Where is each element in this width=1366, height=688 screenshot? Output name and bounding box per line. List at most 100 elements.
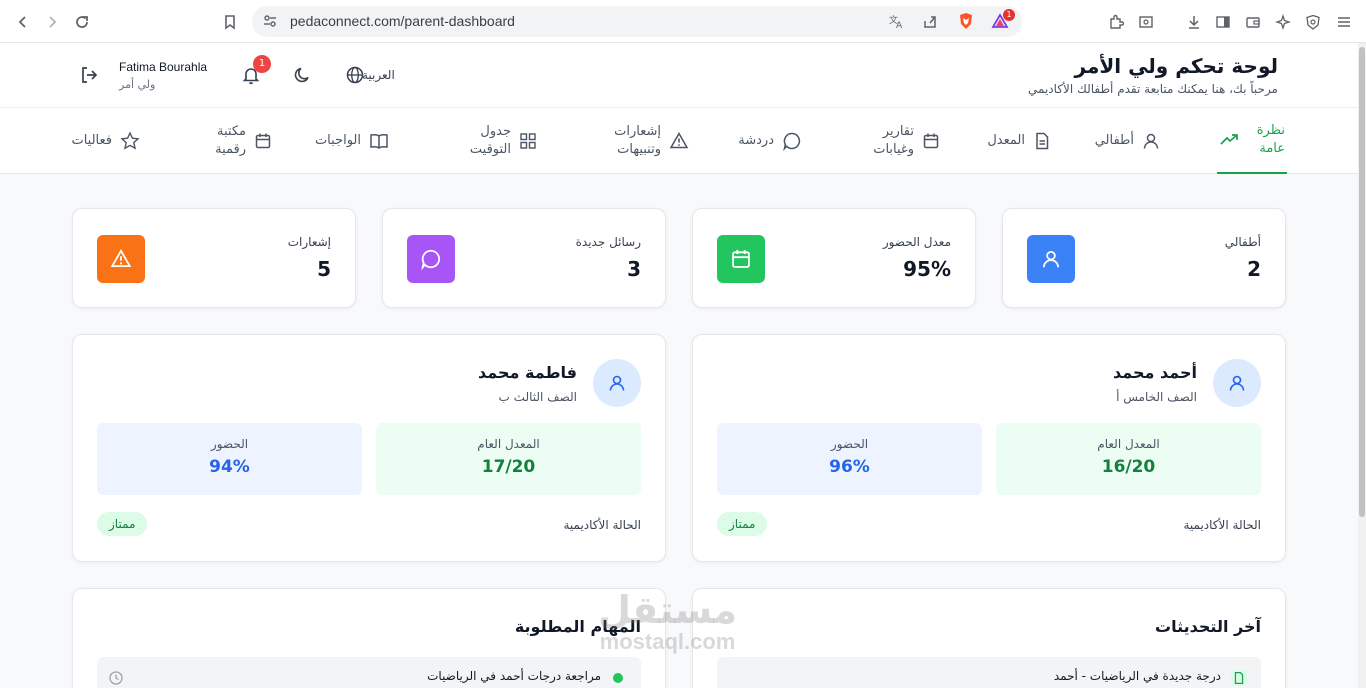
attendance-value: 94% xyxy=(209,457,250,477)
tab-timetable-label: جدول التوقيت xyxy=(469,124,511,157)
vpn-icon[interactable] xyxy=(1302,11,1324,33)
reload-icon[interactable] xyxy=(71,11,93,33)
tab-grades-label: المعدل xyxy=(987,133,1025,149)
brave-shield-icon[interactable] xyxy=(956,11,976,31)
tab-digital-library[interactable]: مكتبة رقمية xyxy=(208,108,272,174)
forward-icon[interactable] xyxy=(41,11,63,33)
section-title: آخر التحديثات xyxy=(1155,617,1261,636)
gpa-label: المعدل العام xyxy=(1097,437,1160,451)
tab-reports-absences[interactable]: تقارير وغيابات xyxy=(866,108,940,174)
tab-homework[interactable]: الواجبات xyxy=(315,108,389,174)
warning-icon xyxy=(669,131,689,149)
status-dot xyxy=(613,673,623,683)
tab-chat[interactable]: دردشة xyxy=(738,108,802,174)
sidebar-toggle-icon[interactable] xyxy=(1212,11,1234,33)
child-class: الصف الثالث ب xyxy=(498,390,577,404)
user-icon xyxy=(1213,359,1261,407)
stat-value: 5 xyxy=(317,257,331,281)
update-item[interactable]: درجة جديدة في الرياضيات - أحمد xyxy=(717,657,1261,688)
tab-digital-library-label: مكتبة رقمية xyxy=(215,124,246,157)
extensions-icon[interactable] xyxy=(1105,11,1127,33)
gpa-value: 17/20 xyxy=(481,457,536,477)
scrollbar-thumb[interactable] xyxy=(1359,47,1365,517)
page-title: لوحة تحكم ولي الأمر xyxy=(1074,54,1278,78)
stat-value: 95% xyxy=(903,257,951,281)
academic-status-label: الحالة الأكاديمية xyxy=(563,518,641,532)
wallet-icon[interactable] xyxy=(1242,11,1264,33)
document-icon xyxy=(1036,132,1049,150)
watermark-latin: mostaql.com xyxy=(599,629,736,654)
user-role: ولي أمر xyxy=(119,78,156,91)
page-scrollbar[interactable] xyxy=(1358,43,1366,688)
browser-toolbar: pedaconnect.com/parent-dashboard 文A 1 xyxy=(0,0,1366,43)
dark-mode-icon[interactable] xyxy=(292,64,314,86)
stat-value: 3 xyxy=(627,257,641,281)
stat-label: معدل الحضور xyxy=(882,235,951,249)
stat-label: أطفالي xyxy=(1224,235,1261,249)
tab-timetable[interactable]: جدول التوقيت xyxy=(465,108,537,174)
back-icon[interactable] xyxy=(12,11,34,33)
tab-overview[interactable]: نظرة عامة xyxy=(1217,108,1287,174)
task-text: مراجعة درجات أحمد في الرياضيات xyxy=(427,669,601,683)
stat-card-messages[interactable]: رسائل جديدة 3 xyxy=(382,208,666,308)
rewards-badge: 1 xyxy=(1003,9,1015,21)
recent-updates-panel: آخر التحديثات درجة جديدة في الرياضيات - … xyxy=(692,588,1286,688)
address-bar[interactable]: pedaconnect.com/parent-dashboard 文A xyxy=(252,6,1022,37)
status-badge: ممتاز xyxy=(717,512,768,536)
calendar-icon xyxy=(923,133,939,149)
translate-icon[interactable]: 文A xyxy=(886,11,906,31)
calendar-icon xyxy=(255,133,271,149)
user-name: Fatima Bourahla xyxy=(119,60,208,74)
task-item[interactable]: مراجعة درجات أحمد في الرياضيات xyxy=(97,657,641,688)
tab-chat-label: دردشة xyxy=(738,133,774,149)
watermark-logo: مستقل mostaql.com xyxy=(598,590,737,654)
warning-icon xyxy=(97,235,145,283)
language-switcher[interactable]: العربية xyxy=(362,68,395,82)
url-text[interactable]: pedaconnect.com/parent-dashboard xyxy=(290,13,515,29)
chat-icon xyxy=(407,235,455,283)
app-header: لوحة تحكم ولي الأمر مرحباً بك، هنا يمكنك… xyxy=(0,43,1358,108)
logout-icon[interactable] xyxy=(78,64,100,86)
user-icon xyxy=(1143,133,1159,149)
stat-card-notifications[interactable]: إشعارات 5 xyxy=(72,208,356,308)
tasks-panel: المهام المطلوبة مراجعة درجات أحمد في الر… xyxy=(72,588,666,688)
book-icon xyxy=(370,133,388,149)
chat-icon xyxy=(783,132,801,151)
menu-icon[interactable] xyxy=(1333,11,1355,33)
stat-label: رسائل جديدة xyxy=(575,235,641,249)
tab-events[interactable]: فعاليات xyxy=(71,108,140,174)
main-tabs: نظرة عامة أطفالي المعدل تقارير وغيابات د… xyxy=(0,108,1358,174)
watermark-arabic: مستقل xyxy=(598,588,737,632)
site-settings-icon[interactable] xyxy=(260,11,280,31)
stat-card-attendance[interactable]: معدل الحضور 95% xyxy=(692,208,976,308)
child-class: الصف الخامس أ xyxy=(1116,390,1197,404)
tab-notifications-label: إشعارات وتنبيهات xyxy=(614,124,661,157)
gpa-box: المعدل العام 16/20 xyxy=(996,423,1261,495)
leo-ai-icon[interactable] xyxy=(1272,11,1294,33)
trend-icon xyxy=(1220,134,1238,145)
tab-reports-absences-label: تقارير وغيابات xyxy=(873,124,914,157)
user-icon xyxy=(593,359,641,407)
attendance-label: الحضور xyxy=(830,437,869,451)
child-card-ahmed[interactable]: أحمد محمد الصف الخامس أ المعدل العام 16/… xyxy=(692,334,1286,562)
tab-notifications[interactable]: إشعارات وتنبيهات xyxy=(609,108,689,174)
child-card-fatima[interactable]: فاطمة محمد الصف الثالث ب المعدل العام 17… xyxy=(72,334,666,562)
bookmark-icon[interactable] xyxy=(219,11,241,33)
attendance-box: الحضور 94% xyxy=(97,423,362,495)
update-text: درجة جديدة في الرياضيات - أحمد xyxy=(1053,669,1221,683)
status-badge: ممتاز xyxy=(97,512,148,536)
download-icon[interactable] xyxy=(1183,11,1205,33)
stat-card-children[interactable]: أطفالي 2 xyxy=(1002,208,1286,308)
stat-label: إشعارات xyxy=(287,235,331,249)
gpa-label: المعدل العام xyxy=(477,437,540,451)
share-icon[interactable] xyxy=(920,11,940,31)
tab-my-children[interactable]: أطفالي xyxy=(1095,108,1160,174)
svg-text:A: A xyxy=(896,21,903,29)
tab-grades[interactable]: المعدل xyxy=(987,108,1051,174)
attendance-label: الحضور xyxy=(210,437,249,451)
attendance-value: 96% xyxy=(829,457,870,477)
page-subtitle: مرحباً بك، هنا يمكنك متابعة تقدم أطفالك … xyxy=(1028,82,1278,96)
academic-status-label: الحالة الأكاديمية xyxy=(1183,518,1261,532)
gpa-value: 16/20 xyxy=(1101,457,1156,477)
reader-mode-icon[interactable] xyxy=(1135,11,1157,33)
